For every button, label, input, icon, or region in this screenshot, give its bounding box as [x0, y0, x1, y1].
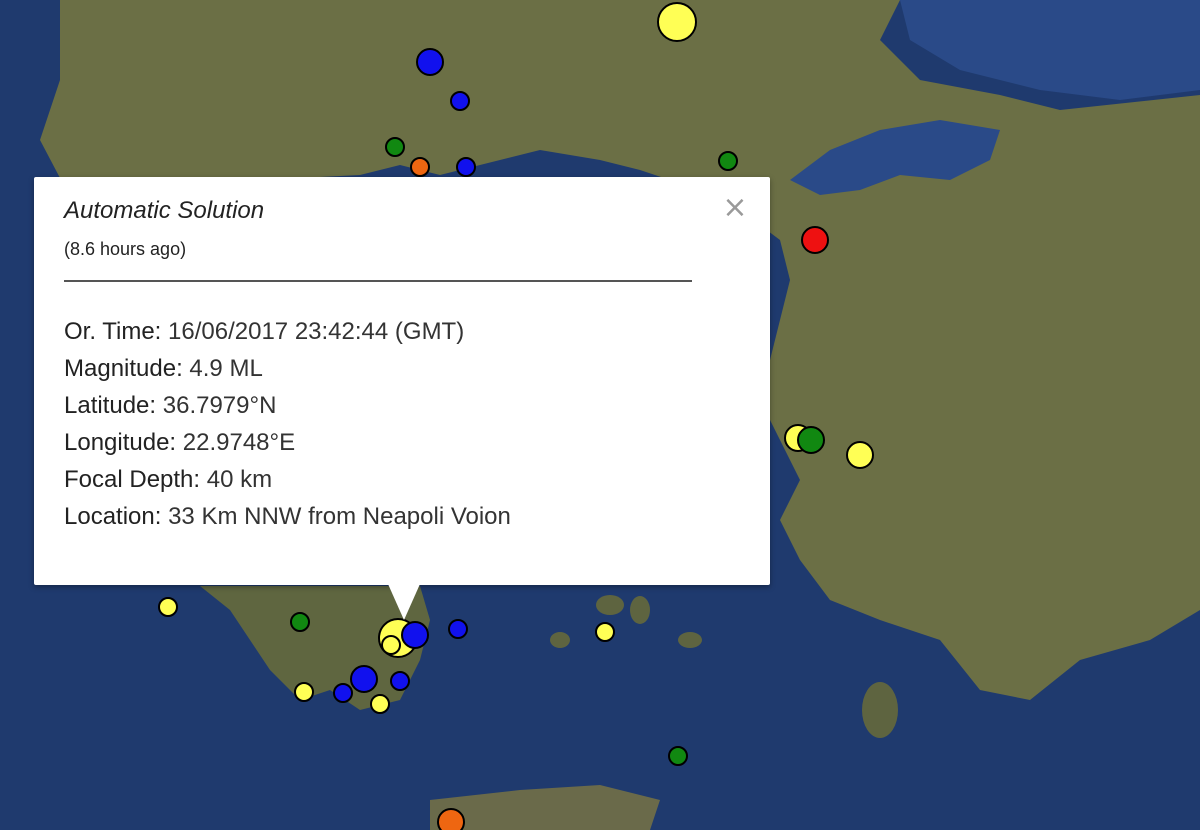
detail-value: 40 km [200, 466, 273, 493]
earthquake-marker-blue[interactable] [333, 683, 353, 703]
earthquake-marker-blue[interactable] [350, 665, 378, 693]
detail-label: Longitude: [64, 429, 177, 456]
island [550, 632, 570, 648]
detail-longitude: Longitude: 22.9748°E [64, 424, 511, 461]
island [596, 595, 624, 615]
earthquake-marker-orange[interactable] [437, 808, 465, 830]
island [862, 682, 898, 738]
earthquake-marker-yellow[interactable] [846, 441, 874, 469]
detail-label: Focal Depth: [64, 466, 201, 493]
detail-value: 16/06/2017 23:42:44 (GMT) [161, 318, 465, 345]
popup-subtitle: (8.6 hours ago) [64, 239, 187, 259]
earthquake-marker-green[interactable] [668, 746, 688, 766]
detail-label: Magnitude: [64, 355, 183, 382]
earthquake-marker-yellow[interactable] [158, 597, 178, 617]
divider [64, 280, 692, 282]
earthquake-info-popup: Automatic Solution (8.6 hours ago) × Or.… [34, 177, 770, 620]
close-icon[interactable]: × [720, 193, 750, 223]
earthquake-marker-yellow[interactable] [657, 2, 697, 42]
earthquake-marker-blue[interactable] [390, 671, 410, 691]
earthquake-marker-orange[interactable] [410, 157, 430, 177]
detail-magnitude: Magnitude: 4.9 ML [64, 350, 511, 387]
detail-label: Latitude: [64, 392, 157, 419]
earthquake-marker-blue[interactable] [456, 157, 476, 177]
earthquake-marker-yellow[interactable] [595, 622, 615, 642]
earthquake-marker-green[interactable] [797, 426, 825, 454]
detail-label: Location: [64, 503, 162, 530]
event-details: Or. Time: 16/06/2017 23:42:44 (GMT) Magn… [64, 313, 511, 535]
island [630, 596, 650, 624]
earthquake-marker-yellow[interactable] [294, 682, 314, 702]
detail-focal-depth: Focal Depth: 40 km [64, 461, 511, 498]
earthquake-marker-blue[interactable] [401, 621, 429, 649]
detail-label: Or. Time: [64, 318, 162, 345]
earthquake-marker-blue[interactable] [450, 91, 470, 111]
detail-value: 4.9 ML [182, 355, 263, 382]
earthquake-marker-blue[interactable] [416, 48, 444, 76]
popup-title: Automatic Solution [64, 197, 265, 224]
earthquake-marker-blue[interactable] [448, 619, 468, 639]
detail-or-time: Or. Time: 16/06/2017 23:42:44 (GMT) [64, 313, 511, 350]
detail-value: 33 Km NNW from Neapoli Voion [161, 503, 511, 530]
earthquake-marker-green[interactable] [718, 151, 738, 171]
earthquake-marker-red[interactable] [801, 226, 829, 254]
island [678, 632, 702, 648]
detail-value: 36.7979°N [156, 392, 277, 419]
detail-location: Location: 33 Km NNW from Neapoli Voion [64, 498, 511, 535]
popup-pointer [388, 584, 420, 620]
earthquake-marker-yellow[interactable] [381, 635, 401, 655]
earthquake-marker-yellow[interactable] [370, 694, 390, 714]
earthquake-marker-green[interactable] [290, 612, 310, 632]
detail-value: 22.9748°E [176, 429, 296, 456]
detail-latitude: Latitude: 36.7979°N [64, 387, 511, 424]
earthquake-marker-green[interactable] [385, 137, 405, 157]
